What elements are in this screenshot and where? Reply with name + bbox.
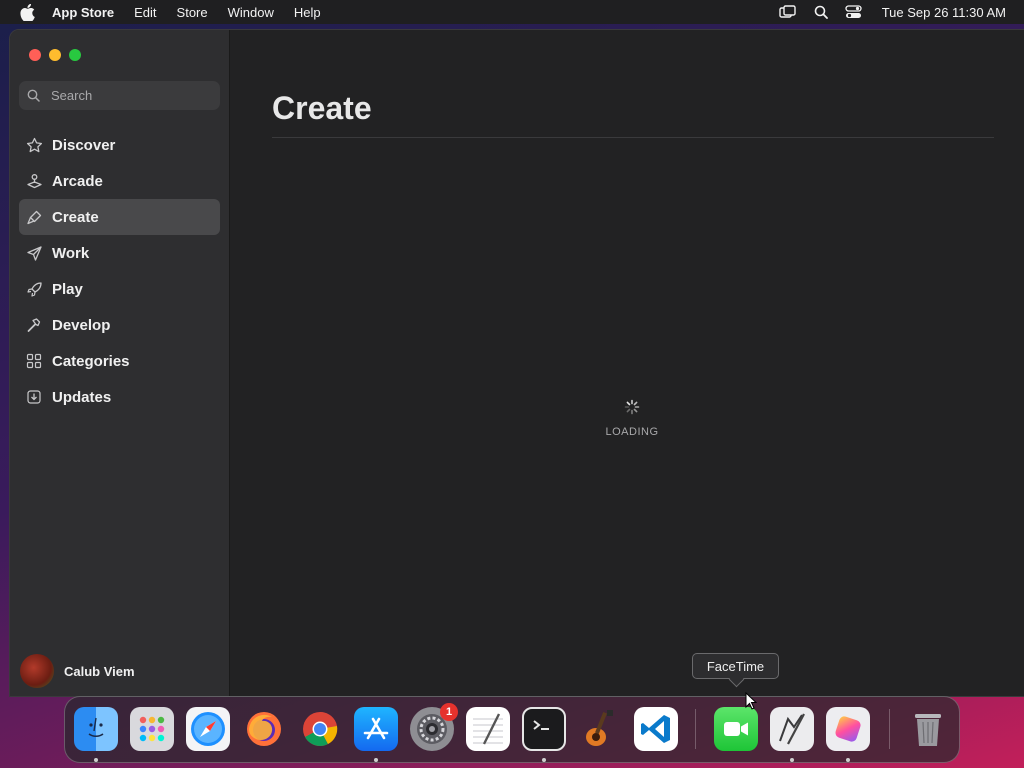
launchpad-icon[interactable] (130, 707, 174, 751)
app-store-window: Discover Arcade Create Work (9, 29, 1024, 697)
sidebar-nav: Discover Arcade Create Work Play Develop… (19, 127, 220, 415)
dock-separator (889, 709, 890, 749)
menu-app-name[interactable]: App Store (52, 5, 114, 20)
account-button[interactable]: Calub Viem (20, 654, 135, 688)
sidebar-item-label: Play (52, 280, 83, 298)
main-content: Create LOADING (231, 30, 1024, 696)
sidebar: Discover Arcade Create Work (10, 30, 230, 696)
sidebar-item-label: Updates (52, 388, 112, 406)
control-center-icon[interactable] (845, 4, 863, 20)
grid-icon (25, 352, 43, 370)
screen-mirroring-icon[interactable] (778, 4, 797, 20)
chrome-icon[interactable] (298, 707, 342, 751)
sidebar-item-label: Arcade (52, 172, 103, 190)
spinner-icon (624, 399, 640, 415)
window-controls (29, 49, 89, 61)
hammer-icon (25, 316, 43, 334)
page-title: Create (272, 90, 372, 126)
sidebar-item-label: Categories (52, 352, 130, 370)
terminal-icon[interactable] (522, 707, 566, 751)
sidebar-item-work[interactable]: Work (19, 235, 220, 271)
script-editor-icon[interactable] (770, 707, 814, 751)
sidebar-item-develop[interactable]: Develop (19, 307, 220, 343)
loading-indicator: LOADING (597, 399, 667, 438)
garageband-icon[interactable] (578, 707, 622, 751)
brush-icon (25, 208, 43, 226)
sidebar-item-play[interactable]: Play (19, 271, 220, 307)
zoom-button[interactable] (69, 49, 81, 61)
visual-studio-code-icon[interactable] (634, 707, 678, 751)
sidebar-item-arcade[interactable]: Arcade (19, 163, 220, 199)
dock (64, 696, 960, 763)
loading-text: LOADING (605, 426, 659, 438)
search-input[interactable] (51, 88, 211, 103)
close-button[interactable] (29, 49, 41, 61)
sidebar-item-label: Create (52, 208, 99, 226)
sidebar-item-create[interactable]: Create (19, 199, 220, 235)
avatar (20, 654, 54, 688)
menu-clock[interactable]: Tue Sep 26 11:30 AM (882, 5, 1006, 20)
sidebar-item-discover[interactable]: Discover (19, 127, 220, 163)
trash-icon[interactable] (906, 707, 950, 751)
sidebar-item-label: Work (52, 244, 90, 262)
search-field[interactable] (19, 81, 220, 110)
menu-store[interactable]: Store (177, 5, 208, 20)
spotlight-search-icon[interactable] (812, 4, 830, 20)
menu-window[interactable]: Window (228, 5, 274, 20)
star-icon (25, 136, 43, 154)
sidebar-item-label: Discover (52, 136, 116, 154)
dock-separator (695, 709, 696, 749)
finder-icon[interactable] (74, 707, 118, 751)
firefox-icon[interactable] (242, 707, 286, 751)
tooltip-text: FaceTime (706, 658, 765, 674)
user-name: Calub Viem (64, 663, 135, 679)
running-indicator (846, 758, 850, 762)
running-indicator (94, 758, 98, 762)
search-icon (27, 88, 43, 104)
running-indicator (542, 758, 546, 762)
sidebar-item-categories[interactable]: Categories (19, 343, 220, 379)
running-indicator (790, 758, 794, 762)
joystick-icon (25, 172, 43, 190)
notification-badge: 1 (440, 703, 458, 721)
dock-tooltip: FaceTime (692, 653, 779, 679)
sidebar-item-label: Develop (52, 316, 111, 334)
rocket-icon (25, 280, 43, 298)
running-indicator (374, 758, 378, 762)
apple-icon[interactable] (18, 3, 36, 21)
sidebar-item-updates[interactable]: Updates (19, 379, 220, 415)
mouse-cursor-icon (745, 692, 757, 710)
pixelmator-icon[interactable] (826, 707, 870, 751)
facetime-icon[interactable] (714, 707, 758, 751)
textedit-icon[interactable] (466, 707, 510, 751)
title-divider (272, 137, 994, 138)
menu-bar: App Store Edit Store Window Help Tue Sep… (0, 0, 1024, 24)
app-store-icon[interactable] (354, 707, 398, 751)
safari-icon[interactable] (186, 707, 230, 751)
paper-plane-icon (25, 244, 43, 262)
minimize-button[interactable] (49, 49, 61, 61)
menu-edit[interactable]: Edit (134, 5, 156, 20)
download-icon (25, 388, 43, 406)
menu-help[interactable]: Help (294, 5, 321, 20)
